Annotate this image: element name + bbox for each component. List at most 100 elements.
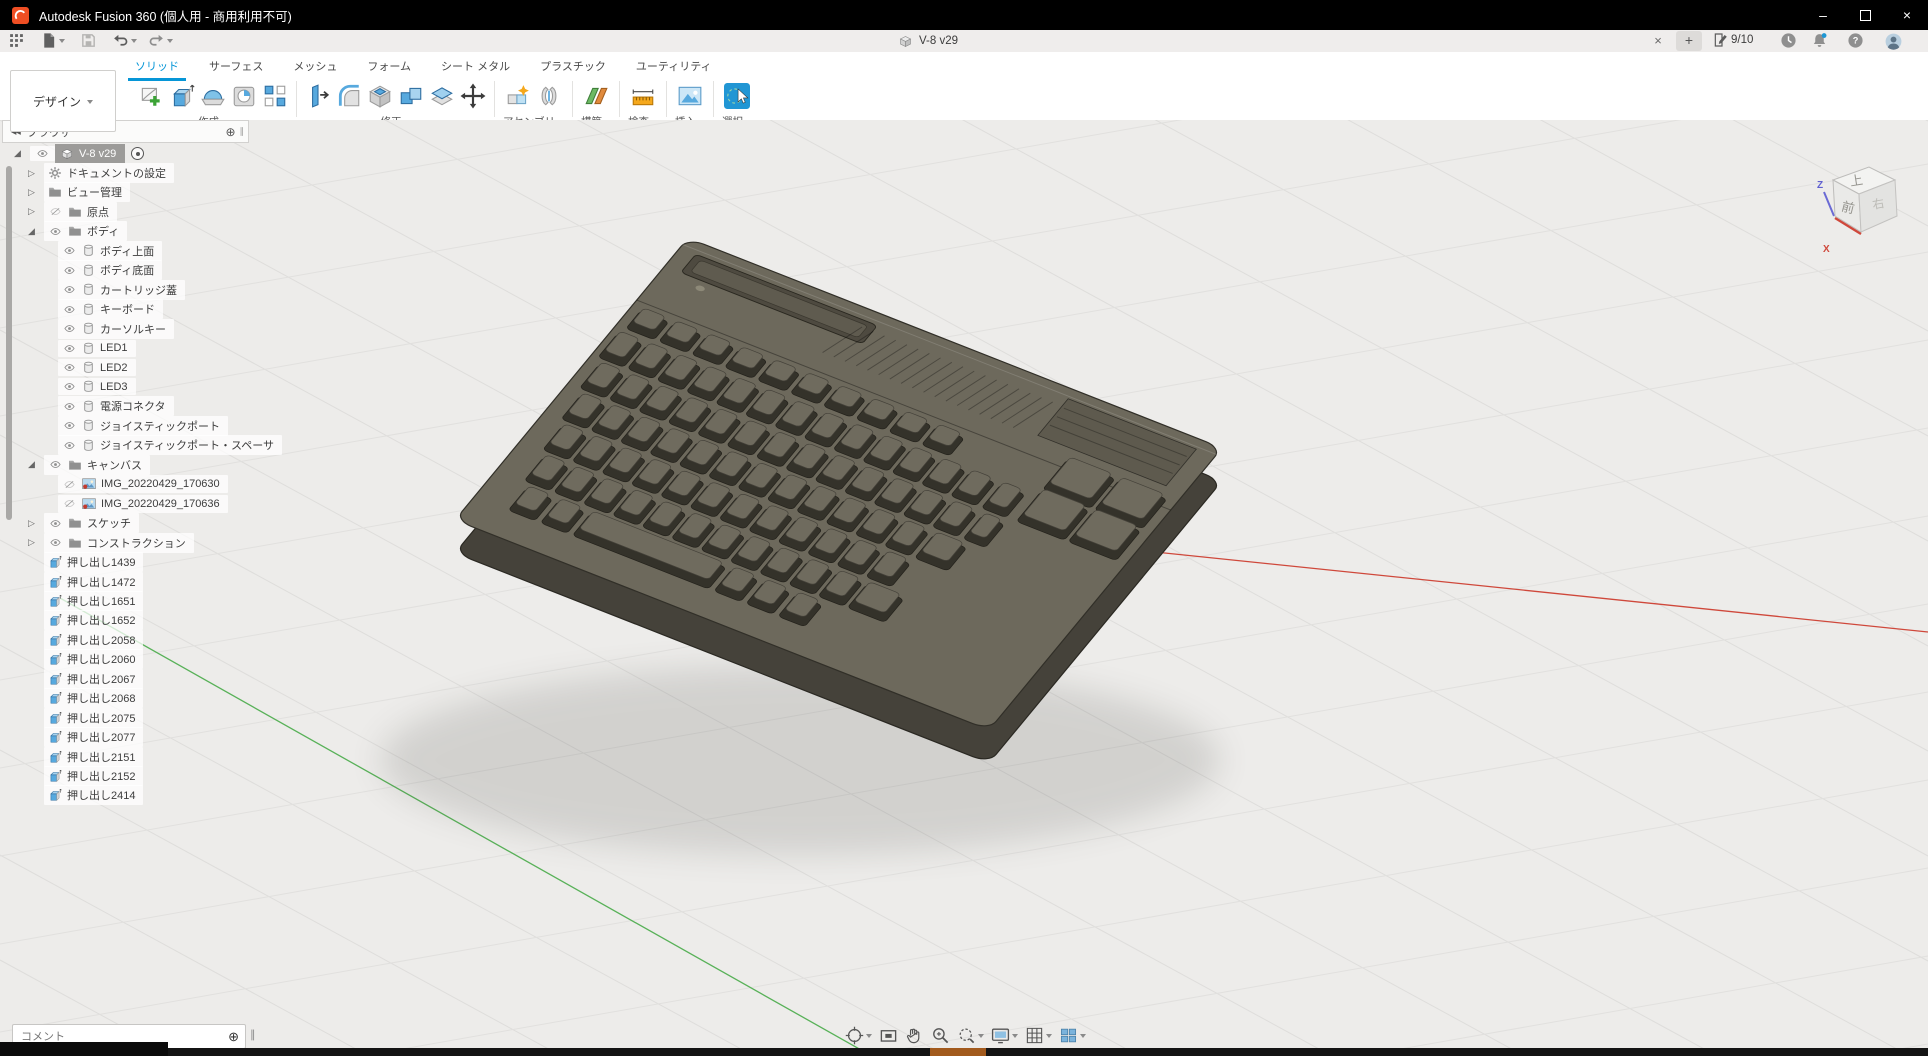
tree-item-label[interactable]: 押し出し2151 [67, 749, 135, 765]
tree-item-label[interactable]: ジョイスティックポート・スペーサ [100, 437, 274, 453]
visibility-eye-icon[interactable] [62, 284, 77, 295]
visibility-eye-icon[interactable] [62, 479, 77, 490]
tree-item-label[interactable]: LED1 [100, 342, 128, 354]
root-component-chip[interactable]: V-8 v29 [55, 144, 125, 163]
tree-row[interactable]: ジョイスティックポート・スペーサ [58, 436, 282, 455]
tree-row[interactable]: IMG_20220429_170630 [58, 475, 228, 494]
browser-scrollbar[interactable] [6, 166, 12, 520]
free-edits-counter[interactable]: 9/10 [1712, 32, 1753, 48]
tree-row[interactable]: 押し出し1652 [44, 611, 143, 630]
tree-row[interactable]: カーソルキー [58, 319, 174, 338]
comment-input[interactable] [13, 1031, 228, 1043]
visibility-eye-icon[interactable] [48, 226, 63, 237]
tree-item-label[interactable]: コンストラクション [87, 535, 186, 551]
construction-plane-button[interactable] [583, 83, 609, 109]
tree-item-label[interactable]: LED2 [100, 362, 128, 374]
keyboard-top-surface[interactable] [455, 238, 1222, 730]
tree-item-label[interactable]: カートリッジ蓋 [100, 282, 177, 298]
tree-item-label[interactable]: キャンバス [87, 457, 142, 473]
tree-row[interactable]: ▷ビュー管理 [28, 183, 130, 202]
tree-row[interactable]: ◢ボディ [28, 222, 127, 241]
visibility-eye-icon[interactable] [48, 518, 63, 529]
offset-face-button[interactable] [429, 83, 455, 109]
tree-row[interactable]: 押し出し2077 [44, 728, 143, 747]
joint-button[interactable] [536, 83, 562, 109]
job-status-button[interactable] [1780, 32, 1797, 49]
tree-row[interactable]: ◢キャンバス [28, 455, 150, 474]
add-comment-icon[interactable]: ⊕ [228, 1029, 239, 1045]
ribbon-tab-4[interactable]: シート メタル [426, 55, 525, 77]
visibility-eye-icon[interactable] [62, 245, 77, 256]
tree-row[interactable]: ▷スケッチ [28, 514, 139, 533]
tree-row[interactable]: 電源コネクタ [58, 397, 174, 416]
new-component-button[interactable] [505, 83, 531, 109]
tree-item-label[interactable]: 押し出し2068 [67, 690, 135, 706]
expand-arrow-icon[interactable]: ▷ [28, 206, 44, 217]
tree-item-label[interactable]: ビュー管理 [67, 184, 122, 200]
select-button[interactable] [724, 83, 750, 109]
tree-item-label[interactable]: 電源コネクタ [100, 398, 166, 414]
panel-add-icon[interactable]: ⊕ [225, 125, 235, 139]
profile-avatar[interactable] [1884, 32, 1903, 51]
tree-item-label[interactable]: 押し出し2152 [67, 768, 135, 784]
tree-item-label[interactable]: カーソルキー [100, 321, 166, 337]
expand-arrow-icon[interactable]: ◢ [14, 148, 30, 159]
fit-button[interactable] [957, 1026, 984, 1045]
help-button[interactable]: ? [1847, 32, 1864, 49]
fillet-button[interactable] [336, 83, 362, 109]
tree-item-label[interactable]: スケッチ [87, 515, 131, 531]
tree-row[interactable]: 押し出し2060 [44, 650, 143, 669]
layout-grid-button[interactable] [1025, 1026, 1052, 1045]
orbit-button[interactable] [845, 1026, 872, 1045]
document-tab[interactable]: V-8 v29 [898, 30, 958, 52]
tree-item-label[interactable]: 押し出し2067 [67, 671, 135, 687]
tree-row[interactable]: 押し出し1472 [44, 572, 143, 591]
tree-row[interactable]: ▷ 原点 [28, 202, 117, 221]
expand-arrow-icon[interactable]: ▷ [28, 537, 44, 548]
tree-row[interactable]: 押し出し2067 [44, 669, 143, 688]
tree-row[interactable]: 押し出し1651 [44, 591, 143, 610]
new-document-tab-button[interactable]: + [1676, 31, 1702, 51]
tree-row[interactable]: 押し出し2151 [44, 747, 143, 766]
comment-grip-handle[interactable]: ∥ [250, 1028, 256, 1041]
visibility-eye-icon[interactable] [62, 381, 77, 392]
tree-row[interactable]: 押し出し1439 [44, 553, 143, 572]
tree-row[interactable]: ジョイスティックポート [58, 416, 228, 435]
panel-grip-handle[interactable]: ∥ [240, 126, 245, 137]
tree-row[interactable]: 押し出し2152 [44, 766, 143, 785]
tree-row[interactable]: LED2 [58, 358, 136, 377]
tree-item-label[interactable]: LED3 [100, 381, 128, 393]
tree-item-label[interactable]: 原点 [87, 204, 109, 220]
tree-row[interactable]: 押し出し2075 [44, 708, 143, 727]
tree-item-label[interactable]: IMG_20220429_170630 [101, 478, 220, 490]
tree-item-label[interactable]: 押し出し2414 [67, 787, 135, 803]
viewports-button[interactable] [1059, 1026, 1086, 1045]
zoom-button[interactable] [931, 1026, 950, 1045]
tree-row[interactable]: IMG_20220429_170636 [58, 494, 228, 513]
tree-row[interactable]: LED3 [58, 377, 136, 396]
tree-item-label[interactable]: ボディ底面 [100, 262, 154, 278]
tree-row[interactable]: 押し出し2058 [44, 630, 143, 649]
visibility-eye-icon[interactable] [62, 362, 77, 373]
visibility-eye-icon[interactable] [62, 420, 77, 431]
visibility-eye-icon[interactable] [62, 323, 77, 334]
tree-row[interactable]: 押し出し2414 [44, 786, 143, 805]
shell-button[interactable] [367, 83, 393, 109]
tree-row[interactable]: ▷ドキュメントの設定 [28, 164, 174, 183]
close-document-tab-button[interactable]: × [1648, 31, 1668, 51]
tree-row[interactable]: ボディ底面 [58, 261, 162, 280]
pan-button[interactable] [905, 1026, 924, 1045]
tree-row[interactable]: ▷ コンストラクション [28, 533, 194, 552]
tree-item-label[interactable]: 押し出し1652 [67, 612, 135, 628]
combine-button[interactable] [398, 83, 424, 109]
display-settings-button[interactable] [991, 1026, 1018, 1045]
tree-row[interactable]: LED1 [58, 339, 136, 358]
ribbon-tab-6[interactable]: ユーティリティ [621, 55, 727, 77]
workspace-selector[interactable]: デザイン [10, 70, 116, 132]
tree-item-label[interactable]: キーボード [100, 301, 155, 317]
visibility-eye-icon[interactable] [48, 459, 63, 470]
maximize-button[interactable] [1844, 0, 1886, 30]
tree-item-label[interactable]: 押し出し2077 [67, 729, 135, 745]
visibility-eye-icon[interactable] [62, 401, 77, 412]
tree-item-label[interactable]: IMG_20220429_170636 [101, 498, 220, 510]
